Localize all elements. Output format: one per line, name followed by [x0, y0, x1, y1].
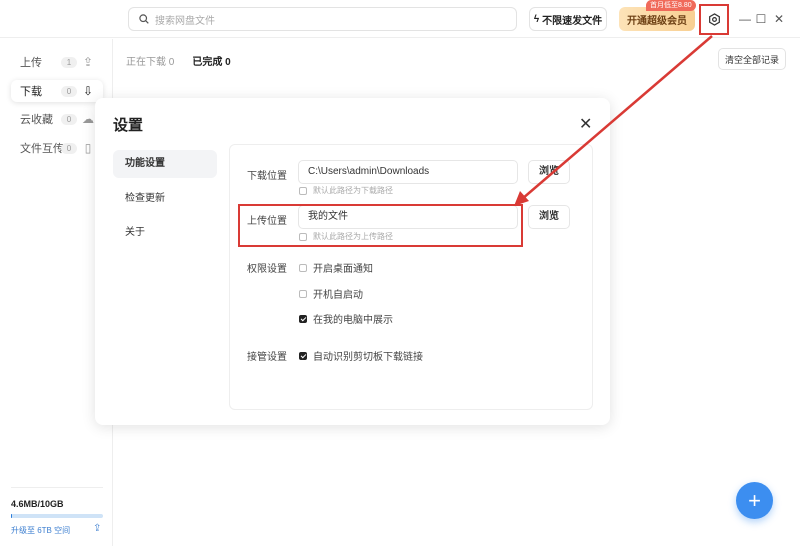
search-input[interactable]: 搜索网盘文件	[128, 7, 517, 31]
download-tabs: 正在下载 0 已完成 0	[126, 53, 231, 68]
tab-downloading[interactable]: 正在下载 0	[126, 53, 174, 68]
checkbox-label: 自动识别剪切板下载链接	[313, 352, 423, 363]
settings-panel: 下载位置 C:\Users\admin\Downloads 浏览 默认此路径为下…	[229, 144, 593, 410]
takeover-label: 接管设置	[247, 352, 287, 363]
nav-check-update[interactable]: 检查更新	[113, 185, 217, 213]
upgrade-icon[interactable]: ⇪	[93, 523, 101, 534]
count-badge: 1	[61, 56, 77, 68]
tab-count: 0	[168, 57, 175, 68]
checkbox-label: 开启桌面通知	[313, 264, 373, 275]
checkbox-label: 默认此路径为上传路径	[313, 232, 393, 241]
tab-completed[interactable]: 已完成 0	[192, 53, 230, 68]
permission-label: 权限设置	[247, 264, 287, 275]
checkbox-box	[299, 314, 307, 323]
settings-button[interactable]	[703, 8, 725, 30]
desktop-notify-checkbox[interactable]: 开启桌面通知	[299, 260, 373, 275]
close-dialog-button[interactable]: ✕	[579, 114, 592, 134]
sidebar-item-download[interactable]: 下载 0 ⇩	[11, 80, 103, 102]
show-in-my-computer-checkbox[interactable]: 在我的电脑中展示	[299, 311, 393, 326]
tab-label: 正在下载	[126, 57, 166, 68]
gear-icon	[708, 12, 720, 26]
count-badge: 0	[61, 142, 77, 154]
checkbox-label: 在我的电脑中展示	[313, 315, 393, 326]
divider	[11, 487, 103, 488]
search-icon	[139, 14, 149, 24]
checkbox-label: 默认此路径为下载路径	[313, 186, 393, 195]
fast-send-label: 不限速发文件	[542, 15, 603, 27]
settings-dialog: 设置 ✕ 功能设置 检查更新 关于 下载位置 C:\Users\admin\Do…	[95, 98, 610, 425]
add-button[interactable]: +	[736, 482, 773, 519]
autostart-checkbox[interactable]: 开机自启动	[299, 286, 363, 301]
top-bar: 搜索网盘文件 ϟ 不限速发文件 开通超级会员 首月低至8.80 — ☐ ✕	[0, 0, 800, 38]
fast-send-button[interactable]: ϟ 不限速发文件	[529, 7, 607, 31]
checkbox-box	[299, 289, 307, 298]
checkbox-box	[299, 351, 307, 360]
plus-icon: +	[748, 487, 761, 513]
storage-bar-fill	[11, 514, 12, 518]
sidebar-item-upload[interactable]: 上传 1 ⇪	[11, 51, 103, 73]
download-location-label: 下载位置	[247, 171, 287, 182]
count-badge: 0	[61, 113, 77, 125]
clear-all-button[interactable]: 清空全部记录	[718, 48, 786, 70]
lightning-icon: ϟ	[533, 13, 540, 25]
upload-location-label: 上传位置	[247, 216, 287, 227]
maximize-button[interactable]: ☐	[753, 11, 769, 27]
minimize-button[interactable]: —	[737, 11, 753, 27]
checkbox-box	[299, 186, 307, 195]
vip-promo-badge: 首月低至8.80	[646, 0, 696, 11]
sidebar-item-cloud-favorites[interactable]: 云收藏 0 ☁	[11, 108, 103, 130]
sidebar-item-label: 文件互传	[20, 143, 64, 155]
default-download-checkbox[interactable]: 默认此路径为下载路径	[299, 185, 393, 196]
nav-about[interactable]: 关于	[113, 219, 217, 247]
tab-count: 0	[225, 57, 231, 68]
checkbox-box	[299, 263, 307, 272]
sidebar-item-label: 上传	[20, 57, 42, 69]
close-button[interactable]: ✕	[771, 11, 787, 27]
checkbox-label: 开机自启动	[313, 290, 363, 301]
tab-label: 已完成	[192, 57, 223, 68]
download-icon: ⇩	[82, 84, 94, 98]
download-path-input[interactable]: C:\Users\admin\Downloads	[298, 160, 518, 184]
cloud-icon: ☁	[82, 112, 94, 126]
upload-icon: ⇪	[82, 55, 94, 69]
vip-label: 开通超级会员	[627, 15, 687, 27]
sidebar-item-file-transfer[interactable]: 文件互传 0 ▯	[11, 137, 103, 159]
storage-usage: 4.6MB/10GB	[11, 499, 64, 509]
upload-path-input[interactable]: 我的文件	[298, 205, 518, 229]
sidebar-item-label: 下载	[20, 86, 42, 98]
search-placeholder: 搜索网盘文件	[155, 15, 215, 27]
browse-download-button[interactable]: 浏览	[528, 160, 570, 184]
checkbox-box	[299, 232, 307, 241]
nav-features[interactable]: 功能设置	[113, 150, 217, 178]
count-badge: 0	[61, 85, 77, 97]
upgrade-link[interactable]: 升级至 6TB 空间	[11, 525, 70, 536]
phone-transfer-icon: ▯	[84, 141, 92, 155]
sidebar-item-label: 云收藏	[20, 114, 53, 126]
dialog-title: 设置	[113, 117, 144, 134]
browse-upload-button[interactable]: 浏览	[528, 205, 570, 229]
default-upload-checkbox[interactable]: 默认此路径为上传路径	[299, 231, 393, 242]
storage-bar	[11, 514, 103, 518]
clipboard-link-checkbox[interactable]: 自动识别剪切板下载链接	[299, 348, 423, 363]
